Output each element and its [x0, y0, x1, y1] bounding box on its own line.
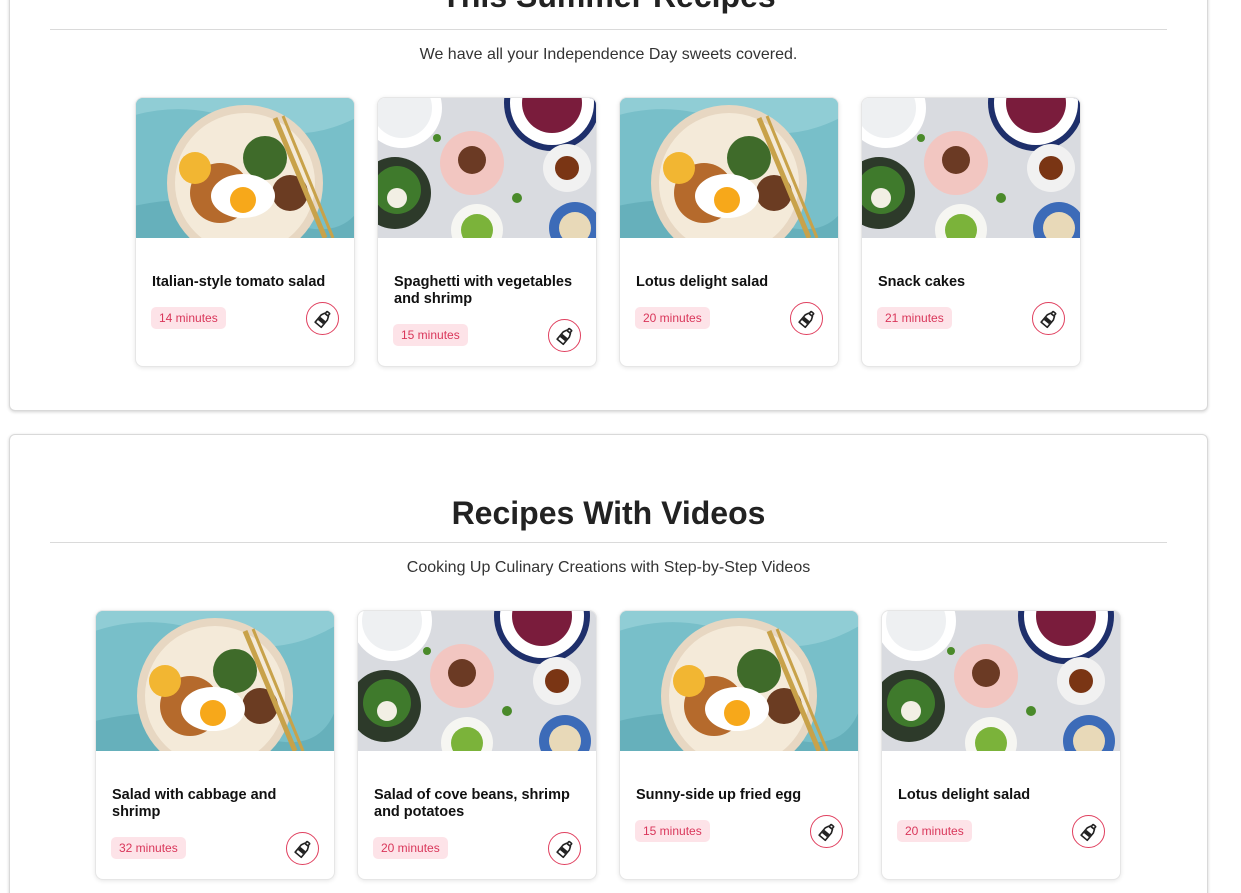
sauce-bottle-icon[interactable] — [1032, 302, 1065, 335]
recipe-title[interactable]: Snack cakes — [878, 274, 1066, 291]
recipe-card[interactable]: Lotus delight salad 20 minutes — [881, 610, 1121, 880]
sauce-bottle-icon[interactable] — [548, 319, 581, 352]
section-subtitle: We have all your Independence Day sweets… — [419, 46, 798, 63]
recipe-image[interactable] — [620, 98, 838, 238]
recipe-card[interactable]: Snack cakes 21 minutes — [861, 97, 1081, 367]
cook-time-badge: 20 minutes — [635, 307, 710, 329]
recipe-card[interactable]: Lotus delight salad 20 minutes — [619, 97, 839, 367]
cook-time-badge: 14 minutes — [151, 307, 226, 329]
sauce-bottle-icon[interactable] — [548, 832, 581, 865]
section-title: Recipes With Videos — [451, 495, 766, 531]
cook-time-badge: 20 minutes — [897, 820, 972, 842]
cook-time-badge: 21 minutes — [877, 307, 952, 329]
recipe-image[interactable] — [136, 98, 354, 238]
recipe-image[interactable] — [358, 611, 596, 751]
sauce-bottle-icon[interactable] — [1072, 815, 1105, 848]
recipe-image[interactable] — [378, 98, 596, 238]
recipe-image[interactable] — [620, 611, 858, 751]
video-recipes-section: Recipes With Videos Cooking Up Culinary … — [9, 434, 1208, 893]
recipe-title[interactable]: Lotus delight salad — [636, 274, 824, 291]
section-title: This Summer Recipes — [10, 0, 1207, 15]
recipe-image[interactable] — [96, 611, 334, 751]
recipe-title[interactable]: Sunny-side up fried egg — [636, 787, 844, 804]
recipe-card[interactable]: Salad with cabbage and shrimp 32 minutes — [95, 610, 335, 880]
recipe-card[interactable]: Italian-style tomato salad 14 minutes — [135, 97, 355, 367]
recipe-title[interactable]: Spaghetti with vegetables and shrimp — [394, 274, 582, 308]
recipe-card[interactable]: Salad of cove beans, shrimp and potatoes… — [357, 610, 597, 880]
section-subtitle: Cooking Up Culinary Creations with Step-… — [406, 559, 811, 576]
summer-recipes-section: This Summer Recipes We have all your Ind… — [9, 0, 1208, 411]
recipe-title[interactable]: Salad with cabbage and shrimp — [112, 787, 320, 821]
sauce-bottle-icon[interactable] — [790, 302, 823, 335]
recipe-card[interactable]: Spaghetti with vegetables and shrimp 15 … — [377, 97, 597, 367]
cook-time-badge: 32 minutes — [111, 837, 186, 859]
recipe-image[interactable] — [862, 98, 1080, 238]
sauce-bottle-icon[interactable] — [810, 815, 843, 848]
divider — [50, 29, 1167, 30]
recipe-card-list: Italian-style tomato salad 14 minutes Sp… — [135, 97, 1081, 367]
sauce-bottle-icon[interactable] — [286, 832, 319, 865]
recipe-card-list: Salad with cabbage and shrimp 32 minutes… — [95, 610, 1121, 880]
recipe-image[interactable] — [882, 611, 1120, 751]
recipe-title[interactable]: Italian-style tomato salad — [152, 274, 340, 291]
cook-time-badge: 15 minutes — [393, 324, 468, 346]
sauce-bottle-icon[interactable] — [306, 302, 339, 335]
divider — [50, 542, 1167, 543]
recipe-title[interactable]: Lotus delight salad — [898, 787, 1106, 804]
cook-time-badge: 15 minutes — [635, 820, 710, 842]
recipe-card[interactable]: Sunny-side up fried egg 15 minutes — [619, 610, 859, 880]
cook-time-badge: 20 minutes — [373, 837, 448, 859]
recipe-title[interactable]: Salad of cove beans, shrimp and potatoes — [374, 787, 582, 821]
